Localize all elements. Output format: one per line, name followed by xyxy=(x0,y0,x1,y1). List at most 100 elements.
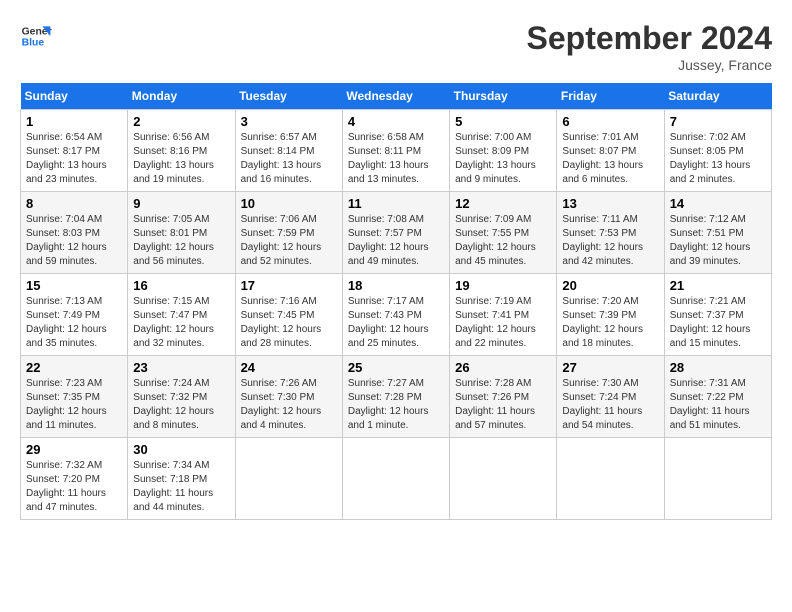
day-number: 11 xyxy=(348,196,444,211)
day-number: 25 xyxy=(348,360,444,375)
day-number: 9 xyxy=(133,196,229,211)
calendar-cell: 13Sunrise: 7:11 AM Sunset: 7:53 PM Dayli… xyxy=(557,192,664,274)
calendar-cell: 2Sunrise: 6:56 AM Sunset: 8:16 PM Daylig… xyxy=(128,110,235,192)
day-info: Sunrise: 7:17 AM Sunset: 7:43 PM Dayligh… xyxy=(348,295,444,351)
calendar-cell: 23Sunrise: 7:24 AM Sunset: 7:32 PM Dayli… xyxy=(128,356,235,438)
calendar-cell: 11 Sunrise: 7:08 AM Sunset: 7:57 PM Dayli… xyxy=(342,192,449,274)
day-number: 30 xyxy=(133,442,229,457)
day-number: 3 xyxy=(241,114,337,129)
day-number: 2 xyxy=(133,114,229,129)
day-of-week-header: Friday xyxy=(557,83,664,110)
day-info: Sunrise: 7:27 AM Sunset: 7:28 PM Dayligh… xyxy=(348,377,444,433)
day-info: Sunrise: 6:57 AM Sunset: 8:14 PM Dayligh… xyxy=(241,131,337,187)
calendar-cell: 14 Sunrise: 7:12 AM Sunset: 7:51 PM Dayli… xyxy=(664,192,771,274)
day-number: 8 xyxy=(26,196,122,211)
day-number: 23 xyxy=(133,360,229,375)
day-info: Sunrise: 7:32 AM Sunset: 7:20 PM Dayligh… xyxy=(26,459,122,515)
calendar-cell: 21Sunrise: 7:21 AM Sunset: 7:37 PM Dayli… xyxy=(664,274,771,356)
day-info: Sunrise: 7:08 AM Sunset: 7:57 PM Dayligh… xyxy=(348,213,444,269)
day-info: Sunrise: 7:26 AM Sunset: 7:30 PM Dayligh… xyxy=(241,377,337,433)
day-number: 13 xyxy=(562,196,658,211)
calendar-cell: 24 Sunrise: 7:26 AM Sunset: 7:30 PM Dayli… xyxy=(235,356,342,438)
calendar-cell xyxy=(664,438,771,520)
day-info: Sunrise: 7:28 AM Sunset: 7:26 PM Dayligh… xyxy=(455,377,551,433)
calendar-cell: 16Sunrise: 7:15 AM Sunset: 7:47 PM Dayli… xyxy=(128,274,235,356)
calendar-header-row: SundayMondayTuesdayWednesdayThursdayFrid… xyxy=(21,83,772,110)
calendar-cell: 5 Sunrise: 7:00 AM Sunset: 8:09 PM Daylig… xyxy=(450,110,557,192)
calendar-week-row: 15Sunrise: 7:13 AM Sunset: 7:49 PM Dayli… xyxy=(21,274,772,356)
day-number: 7 xyxy=(670,114,766,129)
calendar-cell: 25 Sunrise: 7:27 AM Sunset: 7:28 PM Dayli… xyxy=(342,356,449,438)
day-number: 12 xyxy=(455,196,551,211)
day-number: 24 xyxy=(241,360,337,375)
calendar-cell: 27 Sunrise: 7:30 AM Sunset: 7:24 PM Dayli… xyxy=(557,356,664,438)
calendar-cell: 17 Sunrise: 7:16 AM Sunset: 7:45 PM Dayli… xyxy=(235,274,342,356)
day-number: 19 xyxy=(455,278,551,293)
day-info: Sunrise: 7:12 AM Sunset: 7:51 PM Dayligh… xyxy=(670,213,766,269)
day-number: 6 xyxy=(562,114,658,129)
calendar-cell: 15Sunrise: 7:13 AM Sunset: 7:49 PM Dayli… xyxy=(21,274,128,356)
day-info: Sunrise: 7:02 AM Sunset: 8:05 PM Dayligh… xyxy=(670,131,766,187)
day-info: Sunrise: 7:23 AM Sunset: 7:35 PM Dayligh… xyxy=(26,377,122,433)
day-info: Sunrise: 7:00 AM Sunset: 8:09 PM Dayligh… xyxy=(455,131,551,187)
calendar-cell: 28Sunrise: 7:31 AM Sunset: 7:22 PM Dayli… xyxy=(664,356,771,438)
day-number: 17 xyxy=(241,278,337,293)
day-info: Sunrise: 7:30 AM Sunset: 7:24 PM Dayligh… xyxy=(562,377,658,433)
calendar-cell: 4Sunrise: 6:58 AM Sunset: 8:11 PM Daylig… xyxy=(342,110,449,192)
day-info: Sunrise: 7:09 AM Sunset: 7:55 PM Dayligh… xyxy=(455,213,551,269)
calendar-cell: 18 Sunrise: 7:17 AM Sunset: 7:43 PM Dayli… xyxy=(342,274,449,356)
day-info: Sunrise: 6:58 AM Sunset: 8:11 PM Dayligh… xyxy=(348,131,444,187)
day-info: Sunrise: 7:15 AM Sunset: 7:47 PM Dayligh… xyxy=(133,295,229,351)
calendar-cell: 3 Sunrise: 6:57 AM Sunset: 8:14 PM Daylig… xyxy=(235,110,342,192)
calendar-cell: 8 Sunrise: 7:04 AM Sunset: 8:03 PM Daylig… xyxy=(21,192,128,274)
day-of-week-header: Thursday xyxy=(450,83,557,110)
day-info: Sunrise: 7:16 AM Sunset: 7:45 PM Dayligh… xyxy=(241,295,337,351)
day-info: Sunrise: 7:34 AM Sunset: 7:18 PM Dayligh… xyxy=(133,459,229,515)
calendar-cell: 7 Sunrise: 7:02 AM Sunset: 8:05 PM Daylig… xyxy=(664,110,771,192)
day-number: 26 xyxy=(455,360,551,375)
logo: General Blue xyxy=(20,20,52,52)
calendar-cell: 9 Sunrise: 7:05 AM Sunset: 8:01 PM Daylig… xyxy=(128,192,235,274)
day-info: Sunrise: 7:20 AM Sunset: 7:39 PM Dayligh… xyxy=(562,295,658,351)
calendar-cell: 30 Sunrise: 7:34 AM Sunset: 7:18 PM Dayli… xyxy=(128,438,235,520)
day-of-week-header: Monday xyxy=(128,83,235,110)
month-year-title: September 2024 xyxy=(527,20,772,57)
calendar-cell xyxy=(342,438,449,520)
day-number: 5 xyxy=(455,114,551,129)
day-info: Sunrise: 7:05 AM Sunset: 8:01 PM Dayligh… xyxy=(133,213,229,269)
day-info: Sunrise: 7:13 AM Sunset: 7:49 PM Dayligh… xyxy=(26,295,122,351)
calendar-cell: 12 Sunrise: 7:09 AM Sunset: 7:55 PM Dayli… xyxy=(450,192,557,274)
calendar-cell: 29 Sunrise: 7:32 AM Sunset: 7:20 PM Dayli… xyxy=(21,438,128,520)
day-info: Sunrise: 7:01 AM Sunset: 8:07 PM Dayligh… xyxy=(562,131,658,187)
day-number: 20 xyxy=(562,278,658,293)
day-number: 22 xyxy=(26,360,122,375)
calendar-cell xyxy=(235,438,342,520)
day-info: Sunrise: 7:04 AM Sunset: 8:03 PM Dayligh… xyxy=(26,213,122,269)
day-number: 14 xyxy=(670,196,766,211)
day-number: 21 xyxy=(670,278,766,293)
location-subtitle: Jussey, France xyxy=(527,57,772,73)
day-number: 10 xyxy=(241,196,337,211)
day-number: 1 xyxy=(26,114,122,129)
calendar-cell xyxy=(450,438,557,520)
calendar-cell: 22 Sunrise: 7:23 AM Sunset: 7:35 PM Dayli… xyxy=(21,356,128,438)
calendar-week-row: 29 Sunrise: 7:32 AM Sunset: 7:20 PM Dayli… xyxy=(21,438,772,520)
day-of-week-header: Wednesday xyxy=(342,83,449,110)
day-info: Sunrise: 7:19 AM Sunset: 7:41 PM Dayligh… xyxy=(455,295,551,351)
day-number: 18 xyxy=(348,278,444,293)
day-of-week-header: Tuesday xyxy=(235,83,342,110)
day-of-week-header: Sunday xyxy=(21,83,128,110)
calendar-week-row: 8 Sunrise: 7:04 AM Sunset: 8:03 PM Daylig… xyxy=(21,192,772,274)
calendar-cell xyxy=(557,438,664,520)
day-number: 29 xyxy=(26,442,122,457)
calendar-week-row: 22 Sunrise: 7:23 AM Sunset: 7:35 PM Dayli… xyxy=(21,356,772,438)
logo-icon: General Blue xyxy=(20,20,52,52)
calendar-week-row: 1Sunrise: 6:54 AM Sunset: 8:17 PM Daylig… xyxy=(21,110,772,192)
calendar-cell: 19 Sunrise: 7:19 AM Sunset: 7:41 PM Dayli… xyxy=(450,274,557,356)
day-info: Sunrise: 7:31 AM Sunset: 7:22 PM Dayligh… xyxy=(670,377,766,433)
day-number: 27 xyxy=(562,360,658,375)
calendar-cell: 1Sunrise: 6:54 AM Sunset: 8:17 PM Daylig… xyxy=(21,110,128,192)
day-info: Sunrise: 7:06 AM Sunset: 7:59 PM Dayligh… xyxy=(241,213,337,269)
svg-text:Blue: Blue xyxy=(22,38,45,49)
title-block: September 2024 Jussey, France xyxy=(527,20,772,73)
